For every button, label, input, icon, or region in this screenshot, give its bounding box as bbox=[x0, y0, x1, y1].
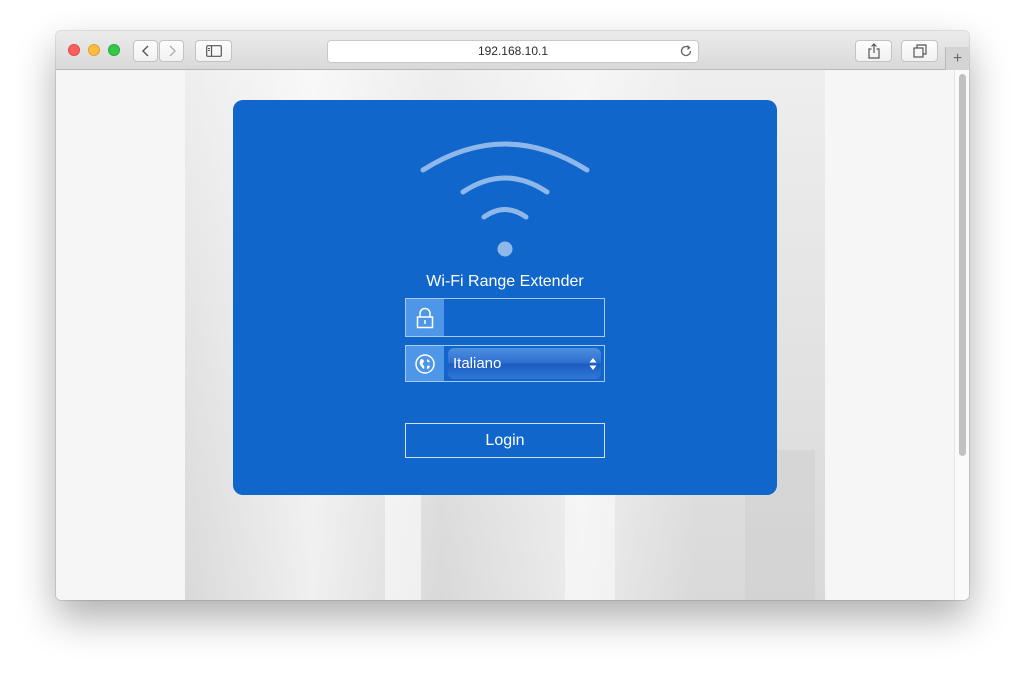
back-button[interactable] bbox=[133, 40, 158, 62]
page-content: Wi-Fi Range Extender Italiano Login bbox=[56, 70, 954, 600]
language-select[interactable]: Italiano bbox=[448, 348, 601, 379]
language-selected: Italiano bbox=[453, 355, 502, 372]
vertical-scrollbar[interactable] bbox=[954, 70, 969, 600]
address-bar[interactable]: 192.168.10.1 bbox=[327, 40, 699, 63]
password-input[interactable] bbox=[444, 299, 604, 336]
sidebar-icon bbox=[205, 45, 222, 57]
globe-icon bbox=[406, 346, 444, 381]
browser-window: 192.168.10.1 + Wi-Fi Range Extender Ital… bbox=[56, 31, 969, 600]
login-button[interactable]: Login bbox=[405, 423, 605, 458]
new-tab-button[interactable]: + bbox=[945, 47, 969, 70]
scrollbar-thumb[interactable] bbox=[959, 74, 966, 456]
browser-toolbar: 192.168.10.1 + bbox=[56, 31, 969, 70]
tabs-overview-button[interactable] bbox=[901, 40, 938, 62]
chevron-left-icon bbox=[141, 45, 148, 57]
wifi-logo-icon bbox=[420, 141, 590, 257]
tabs-icon bbox=[912, 44, 927, 58]
minimize-window-button[interactable] bbox=[88, 44, 100, 56]
share-icon bbox=[867, 43, 880, 59]
plus-icon: + bbox=[952, 49, 963, 67]
product-title: Wi-Fi Range Extender bbox=[426, 273, 584, 290]
forward-button[interactable] bbox=[159, 40, 184, 62]
lock-icon bbox=[406, 299, 444, 336]
sidebar-toggle-button[interactable] bbox=[195, 40, 232, 62]
password-field bbox=[405, 298, 605, 337]
login-panel: Wi-Fi Range Extender Italiano Login bbox=[233, 100, 777, 495]
select-arrows-icon bbox=[589, 358, 597, 370]
language-field: Italiano bbox=[405, 345, 605, 382]
chevron-right-icon bbox=[169, 45, 176, 57]
zoom-window-button[interactable] bbox=[108, 44, 120, 56]
close-window-button[interactable] bbox=[68, 44, 80, 56]
share-button[interactable] bbox=[855, 40, 892, 62]
reload-icon[interactable] bbox=[679, 44, 693, 65]
address-text: 192.168.10.1 bbox=[477, 44, 549, 58]
